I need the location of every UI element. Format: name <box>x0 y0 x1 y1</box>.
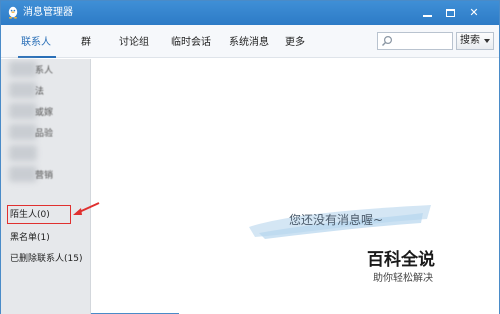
minimize-icon <box>423 15 432 17</box>
maximize-icon <box>446 9 455 17</box>
tab-system-messages[interactable]: 系统消息 <box>229 36 269 49</box>
tab-contacts[interactable]: 联系人 <box>21 36 51 49</box>
search-input[interactable] <box>394 34 450 48</box>
search-box[interactable] <box>377 32 453 50</box>
blurred-contact-group[interactable] <box>9 145 59 161</box>
tab-more[interactable]: 更多 <box>285 36 305 49</box>
search-icon <box>381 35 393 47</box>
close-icon: ✕ <box>469 6 479 19</box>
tab-temp-sessions[interactable]: 临时会话 <box>171 36 211 49</box>
blurred-contact-group[interactable]: 系人 <box>9 61 59 77</box>
blurred-label: 系人 <box>35 66 54 76</box>
blurred-contact-group[interactable]: 品验 <box>9 124 59 140</box>
window-title: 消息管理器 <box>23 7 73 18</box>
blurred-contact-group[interactable]: 或嫁 <box>9 103 59 119</box>
search-button[interactable]: 搜索 <box>456 32 494 50</box>
blurred-contact-group[interactable]: 法 <box>9 82 59 98</box>
maximize-button[interactable] <box>442 4 460 22</box>
blurred-avatar <box>9 145 37 161</box>
qq-penguin-icon <box>7 6 19 19</box>
blurred-label: 品验 <box>35 129 54 139</box>
blurred-avatar <box>9 103 37 119</box>
sidebar-item-deleted-contacts[interactable]: 已删除联系人(15) <box>10 253 82 265</box>
red-highlight-box <box>7 205 71 224</box>
chevron-down-icon[interactable] <box>484 39 490 43</box>
title-bar[interactable]: 消息管理器 ✕ <box>1 1 499 25</box>
watermark-title: 百科全说 <box>367 250 435 270</box>
close-button[interactable]: ✕ <box>465 4 483 22</box>
blurred-avatar <box>9 82 37 98</box>
blurred-avatar <box>9 61 37 77</box>
minimize-button[interactable] <box>419 4 437 22</box>
blurred-contact-group[interactable]: 营销 <box>9 166 59 182</box>
search-button-label: 搜索 <box>460 35 480 46</box>
tab-discussion-groups[interactable]: 讨论组 <box>119 36 149 49</box>
message-content-area <box>179 59 499 314</box>
active-tab-indicator <box>18 56 56 58</box>
blurred-label: 营销 <box>35 171 54 181</box>
blurred-label: 法 <box>35 87 45 97</box>
tab-groups[interactable]: 群 <box>81 36 91 49</box>
sidebar-item-blacklist[interactable]: 黑名单(1) <box>10 232 50 244</box>
blurred-label: 或嫁 <box>35 108 54 118</box>
red-arrow-icon <box>73 202 100 215</box>
watermark-subtitle: 助你轻松解决 <box>373 273 433 284</box>
message-manager-window: 消息管理器 ✕ 联系人 群 讨论组 临时会话 系统消息 更多 搜索 系人 法 或… <box>0 0 500 314</box>
blurred-avatar <box>9 166 37 182</box>
blurred-avatar <box>9 124 37 140</box>
empty-message-text: 您还没有消息喔~ <box>289 213 384 227</box>
